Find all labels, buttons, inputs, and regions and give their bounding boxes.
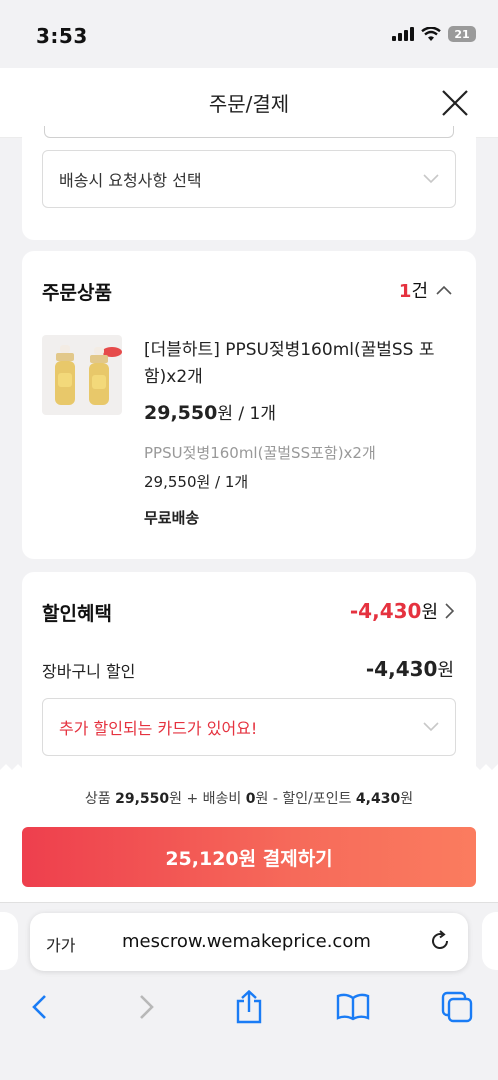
reload-icon[interactable] [428, 929, 452, 953]
bookmarks-icon[interactable] [336, 990, 370, 1024]
discount-total-link[interactable]: -4,430원 [350, 598, 454, 624]
basket-discount-amount: -4,430 [365, 657, 438, 681]
share-icon[interactable] [232, 990, 266, 1024]
summary-product-value: 29,550 [115, 791, 170, 807]
delivery-request-select[interactable]: 배송시 요청사항 선택 [42, 150, 456, 208]
chevron-down-icon [423, 722, 439, 732]
order-count-unit: 건 [411, 281, 428, 302]
wifi-icon [421, 26, 441, 41]
page-title: 주문/결제 [208, 92, 290, 116]
status-time: 3:53 [36, 24, 88, 48]
summary-unit: 원 - [255, 791, 278, 807]
basket-discount-label: 장바구니 할인 [42, 662, 136, 681]
payment-summary: 상품 29,550원 + 배송비 0원 - 할인/포인트 4,430원 [0, 788, 498, 808]
discount-section-title: 할인혜택 [42, 603, 112, 625]
url-text[interactable]: mescrow.wemakeprice.com [122, 931, 371, 952]
pay-button[interactable]: 25,120원 결제하기 [22, 827, 476, 887]
basket-discount-value: -4,430원 [366, 656, 454, 682]
order-count: 1 [398, 281, 412, 302]
summary-discount-label: 할인/포인트 [282, 791, 352, 807]
page-settings-button[interactable]: 가가 [46, 932, 75, 956]
chevron-right-icon [445, 603, 454, 619]
discount-card: 할인혜택 -4,430원 장바구니 할인 -4,430원 추가 할인되는 카드가… [22, 572, 476, 792]
status-icons: 21 [392, 26, 476, 42]
chevron-up-icon [436, 285, 452, 295]
delivery-request-label: 배송시 요청사항 선택 [59, 171, 202, 190]
divider [44, 126, 454, 138]
tabs-icon[interactable] [440, 990, 474, 1024]
delivery-request-card: 배송시 요청사항 선택 [22, 126, 476, 240]
product-price-value: 29,550 [144, 402, 218, 424]
product-price-suffix: 원 / 1개 [217, 404, 276, 424]
battery-icon: 21 [448, 26, 476, 42]
product-price: 29,550원 / 1개 [144, 399, 276, 424]
card-discount-notice: 추가 할인되는 카드가 있어요! [59, 719, 258, 738]
chevron-down-icon [423, 174, 439, 184]
summary-unit: 원 + [169, 791, 199, 807]
summary-shipping-value: 0 [245, 791, 256, 807]
order-collapse-toggle[interactable]: 1건 [399, 277, 452, 303]
summary-unit: 원 [400, 791, 414, 807]
discount-total-unit: 원 [421, 602, 438, 623]
discount-total-value: -4,430 [349, 599, 422, 623]
basket-discount-unit: 원 [437, 660, 454, 681]
summary-shipping-label: 배송비 [202, 791, 242, 807]
order-product-card: 주문상품 1건 [더블하트] PPSU젖병160ml(꿀벌SS 포함)x2개 2… [22, 251, 476, 559]
shipping-info: 무료배송 [144, 509, 200, 527]
baby-bottle-image [55, 345, 122, 405]
option-name: PPSU젖병160ml(꿀벌SS포함)x2개 [144, 444, 376, 462]
status-bar: 3:53 21 [0, 0, 498, 68]
back-icon[interactable] [22, 990, 56, 1024]
address-bar[interactable]: 가가 mescrow.wemakeprice.com [30, 913, 468, 971]
close-icon[interactable] [440, 88, 470, 118]
option-price: 29,550원 / 1개 [144, 473, 249, 491]
card-discount-select[interactable]: 추가 할인되는 카드가 있어요! [42, 698, 456, 756]
forward-icon[interactable] [130, 990, 164, 1024]
next-tab-preview[interactable] [482, 912, 498, 970]
summary-product-label: 상품 [84, 791, 111, 807]
previous-tab-preview[interactable] [0, 912, 18, 970]
signal-icon [392, 27, 414, 41]
order-section-title: 주문상품 [42, 282, 112, 304]
product-name[interactable]: [더블하트] PPSU젖병160ml(꿀벌SS 포함)x2개 [144, 337, 454, 391]
product-thumbnail[interactable] [42, 335, 122, 415]
summary-discount-value: 4,430 [355, 791, 401, 807]
